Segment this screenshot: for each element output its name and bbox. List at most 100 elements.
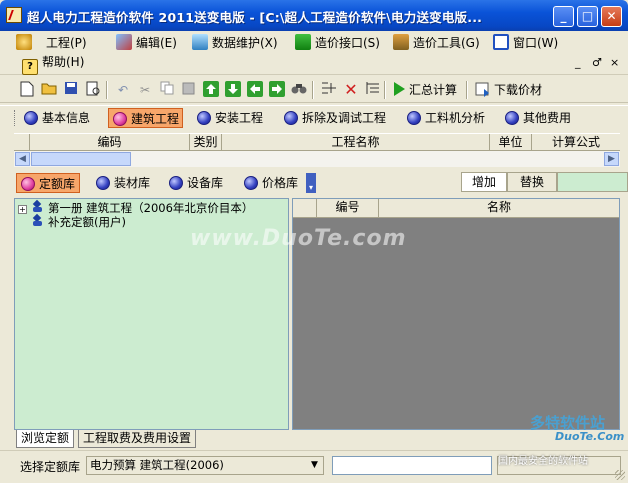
tab-label: 建筑工程 [131, 112, 180, 126]
copy-icon[interactable] [158, 81, 176, 99]
title-bar[interactable]: 超人电力工程造价软件 2011送变电版 - [C:\超人工程造价软件\电力送变电… [0, 0, 628, 31]
column-header-number[interactable]: 编号 [317, 199, 379, 217]
tab-basic-info[interactable]: 基本信息 [20, 108, 90, 128]
column-header-code[interactable]: 编码 [30, 134, 190, 151]
expand-icon[interactable]: + [18, 205, 27, 214]
move-down-icon[interactable] [224, 81, 242, 99]
menu-window[interactable]: 窗口(W) [493, 33, 558, 53]
print-preview-icon[interactable] [84, 81, 102, 99]
tab-ball-icon [197, 111, 211, 125]
menu-cost-tools[interactable]: 造价工具(G) [393, 33, 480, 53]
close-button[interactable]: ✕ [601, 6, 622, 27]
library-select[interactable]: 电力预算 建筑工程(2006) ▼ [86, 456, 324, 475]
indent-icon[interactable] [364, 81, 382, 99]
add-button[interactable]: 增加 [461, 172, 507, 192]
cut-icon[interactable]: ✂ [136, 81, 154, 99]
calculate-icon[interactable] [390, 81, 408, 99]
column-header-item-name[interactable]: 名称 [379, 199, 619, 217]
tab-ball-icon [407, 111, 421, 125]
arrow-down-icon [295, 34, 311, 50]
horizontal-scrollbar[interactable]: ◀ ▶ [14, 151, 620, 167]
save-icon[interactable] [62, 81, 80, 99]
tab-material-analysis[interactable]: 工料机分析 [403, 108, 485, 128]
find-icon[interactable] [290, 81, 308, 99]
tab-ball-icon [21, 177, 35, 191]
search-input[interactable] [557, 172, 628, 192]
watermark-text: www.DuoTe.com [190, 226, 407, 251]
column-header-formula[interactable]: 计算公式 [532, 134, 620, 151]
tab-ball-icon [244, 176, 258, 190]
tab-price-library[interactable]: 价格库 [240, 173, 298, 193]
tab-fee-settings[interactable]: 工程取费及费用设置 [78, 430, 197, 448]
scroll-right-icon[interactable]: ▶ [604, 152, 619, 166]
tree-item[interactable]: 补充定额(用户) [31, 215, 126, 229]
undo-icon[interactable]: ↶ [114, 81, 132, 99]
move-left-icon[interactable] [246, 81, 264, 99]
scroll-left-icon[interactable]: ◀ [15, 152, 30, 166]
menu-edit[interactable]: 编辑(E) [116, 33, 177, 53]
list-corner [293, 199, 317, 217]
tab-other-costs[interactable]: 其他费用 [501, 108, 571, 128]
tab-browse-quota[interactable]: 浏览定额 [16, 430, 75, 448]
child-close-button[interactable]: × [610, 56, 619, 69]
column-header-type[interactable]: 类别 [190, 134, 222, 151]
tree-item-label: 第一册 建筑工程（2006年北京价目本） [48, 201, 254, 215]
tree-item-label: 补充定额(用户) [48, 215, 126, 229]
app-icon [6, 7, 22, 23]
replace-button[interactable]: 替换 [507, 172, 557, 192]
delete-icon[interactable]: ✕ [342, 81, 360, 99]
summary-calc-button[interactable]: 汇总计算 [409, 81, 457, 99]
tab-installation[interactable]: 安装工程 [193, 108, 263, 128]
menu-cost-interface[interactable]: 造价接口(S) [295, 33, 380, 53]
pencil-icon [116, 34, 132, 50]
tab-quota-library[interactable]: 定额库 [16, 173, 80, 193]
move-up-icon[interactable] [202, 81, 220, 99]
tab-label: 基本信息 [42, 111, 91, 125]
book-icon [31, 215, 45, 227]
tab-label: 定额库 [39, 177, 76, 191]
grid-header: 编码 类别 工程名称 单位 计算公式 [14, 133, 620, 151]
library-select-value: 电力预算 建筑工程(2006) [90, 458, 224, 472]
menu-data-maintenance[interactable]: 数据维护(X) [192, 33, 278, 53]
tab-ball-icon [169, 176, 183, 190]
chevron-down-icon[interactable]: ▼ [307, 458, 322, 473]
tab-material-library[interactable]: 装材库 [92, 173, 150, 193]
menu-edit-label: 编辑(E) [136, 36, 177, 50]
column-header-unit[interactable]: 单位 [490, 134, 532, 151]
insert-row-icon[interactable] [320, 81, 338, 99]
minimize-button[interactable]: _ [553, 6, 574, 27]
tab-label: 工料机分析 [425, 111, 486, 125]
watermark-slogan: 国内最安全的软件站 [498, 456, 588, 467]
download-icon[interactable] [474, 81, 492, 99]
resize-grip-icon[interactable] [615, 470, 625, 480]
tab-equipment-library[interactable]: 设备库 [165, 173, 223, 193]
maximize-button[interactable]: □ [577, 6, 598, 27]
menu-help-label: 帮助(H) [42, 55, 85, 69]
column-header-name[interactable]: 工程名称 [222, 134, 490, 151]
help-icon: ? [22, 59, 38, 75]
tab-label: 设备库 [187, 176, 224, 190]
menu-help[interactable]: ? 帮助(H) [22, 52, 85, 75]
tab-label: 价格库 [262, 176, 299, 190]
download-prices-button[interactable]: 下载价材 [494, 81, 542, 99]
chevron-down-icon[interactable]: ▾ [306, 173, 316, 193]
menu-window-label: 窗口(W) [513, 36, 559, 50]
window-title: 超人电力工程造价软件 2011送变电版 - [C:\超人工程造价软件\电力送变电… [27, 10, 483, 25]
scroll-thumb[interactable] [31, 152, 131, 166]
child-restore-button[interactable]: ♂ [592, 56, 602, 69]
tree-item[interactable]: + 第一册 建筑工程（2006年北京价目本） [18, 201, 253, 215]
move-right-icon[interactable] [268, 81, 286, 99]
menu-cost-tools-label: 造价工具(G) [413, 36, 480, 50]
child-minimize-button[interactable]: _ [575, 56, 581, 69]
tab-demolition-debug[interactable]: 拆除及调试工程 [280, 108, 386, 128]
menu-data-maintenance-label: 数据维护(X) [212, 36, 278, 50]
menu-cost-interface-label: 造价接口(S) [315, 36, 380, 50]
tab-ball-icon [505, 111, 519, 125]
new-file-icon[interactable] [18, 81, 36, 99]
open-folder-icon[interactable] [40, 81, 58, 99]
menu-project[interactable]: 工程(P) [16, 33, 87, 53]
paste-icon[interactable] [180, 81, 198, 99]
grid-corner [14, 134, 30, 151]
select-library-label: 选择定额库 [20, 460, 81, 474]
tab-construction[interactable]: 建筑工程 [108, 108, 184, 128]
